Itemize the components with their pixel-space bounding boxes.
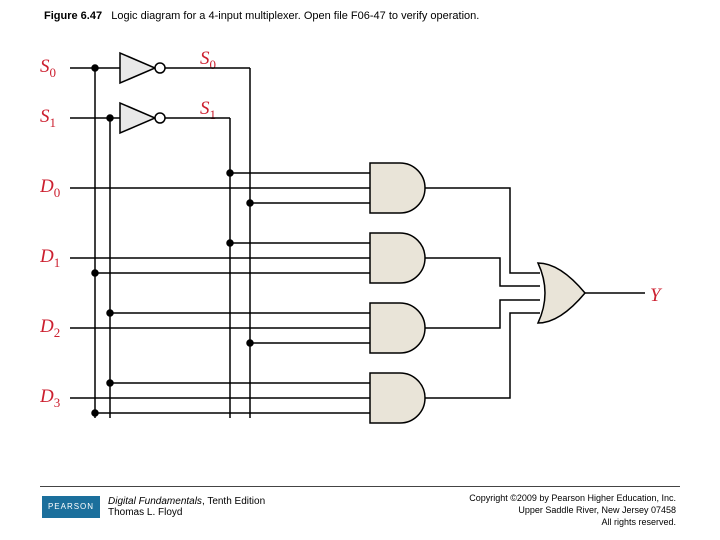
logic-diagram: S0 S1 D0 D1 D2 D3 S0 S1 Y xyxy=(40,48,680,468)
book-edition: , Tenth Edition xyxy=(202,496,265,507)
caption-text: Logic diagram for a 4-input multiplexer.… xyxy=(111,10,479,22)
and-gate-3-icon xyxy=(70,373,490,423)
figure-number: Figure 6.47 xyxy=(44,10,102,22)
label-S0: S0 xyxy=(40,56,56,77)
and-gate-2-icon xyxy=(70,303,490,353)
pearson-logo: PEARSON xyxy=(42,496,100,518)
footer: PEARSON Digital Fundamentals, Tenth Edit… xyxy=(0,486,720,540)
footer-rule xyxy=(40,486,680,487)
label-D0: D0 xyxy=(40,176,60,197)
label-D2: D2 xyxy=(40,316,60,337)
or-gate-icon xyxy=(490,188,645,398)
book-author: Thomas L. Floyd xyxy=(108,507,182,518)
label-S1bar: S1 xyxy=(200,98,216,119)
label-D3: D3 xyxy=(40,386,60,407)
copyright-line-3: All rights reserved. xyxy=(601,517,676,527)
label-D1: D1 xyxy=(40,246,60,267)
and-gate-1-icon xyxy=(70,233,490,283)
not-gate-0-icon xyxy=(120,53,155,83)
not-gate-1-icon xyxy=(120,103,155,133)
copyright-line-1: Copyright ©2009 by Pearson Higher Educat… xyxy=(469,493,676,503)
label-Y: Y xyxy=(650,285,661,306)
label-S0bar: S0 xyxy=(200,48,216,69)
label-S1: S1 xyxy=(40,106,56,127)
book-credit: Digital Fundamentals, Tenth Edition Thom… xyxy=(108,496,265,518)
and-gate-0-icon xyxy=(70,163,490,213)
figure-caption: Figure 6.47 Logic diagram for a 4-input … xyxy=(44,10,479,22)
copyright-line-2: Upper Saddle River, New Jersey 07458 xyxy=(518,505,676,515)
copyright: Copyright ©2009 by Pearson Higher Educat… xyxy=(469,492,676,528)
book-title: Digital Fundamentals xyxy=(108,496,202,507)
